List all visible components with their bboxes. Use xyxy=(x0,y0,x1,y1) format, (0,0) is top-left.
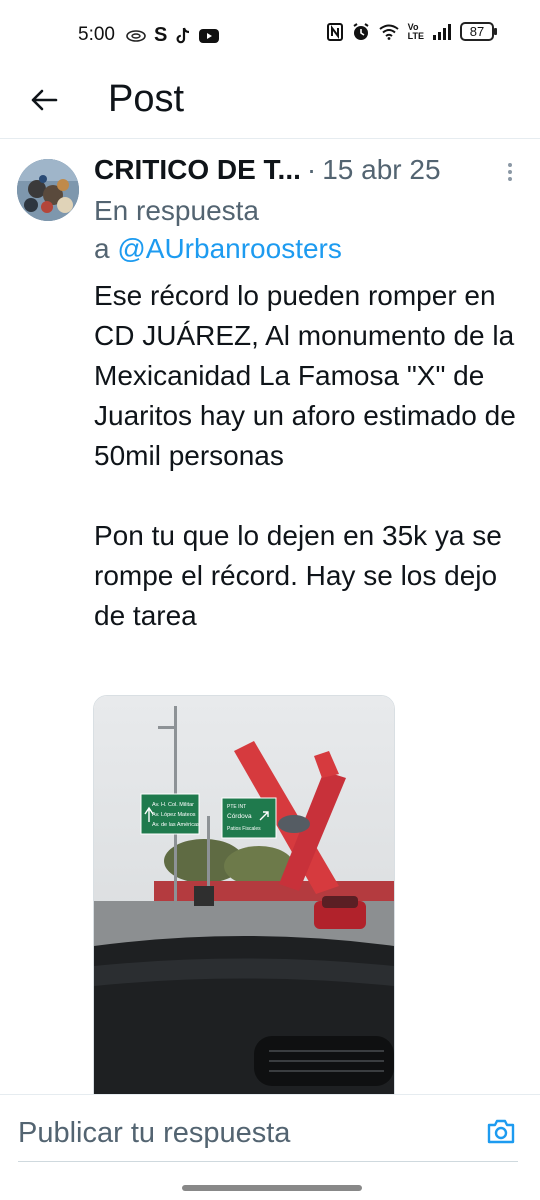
page-title: Post xyxy=(108,78,185,120)
post-text: Ese récord lo pueden romper en CD JUÁREZ… xyxy=(94,280,516,631)
avatar-image xyxy=(17,159,79,221)
reply-bar: Publicar tu respuesta xyxy=(0,1094,540,1169)
tiktok-icon xyxy=(176,27,190,43)
post-media-image[interactable]: Av. H. Col. Militar Av. López Mateos Av.… xyxy=(93,695,395,1097)
status-bar: 5:00 S Vo LTE 87 xyxy=(0,0,540,72)
more-vertical-icon xyxy=(508,163,512,181)
wifi-icon xyxy=(379,24,399,40)
reply-input[interactable]: Publicar tu respuesta xyxy=(18,1105,518,1162)
nfc-icon xyxy=(326,22,343,41)
post-date[interactable]: 15 abr 25 xyxy=(322,154,440,186)
separator-dot: · xyxy=(306,154,317,185)
status-left-icons: S xyxy=(126,24,220,47)
post-header: CRITICO DE T... · 15 abr 25 xyxy=(94,154,494,186)
reply-prefix: En respuesta xyxy=(94,195,259,226)
camera-icon xyxy=(487,1119,515,1144)
reply-handle-link[interactable]: @AUrbanroosters xyxy=(117,233,342,264)
sign-right-line-1: PTE INT xyxy=(227,804,246,810)
back-arrow-icon xyxy=(31,89,58,111)
sign-right-line-2: Córdova xyxy=(227,813,252,820)
sign-left-line-2: Av. López Mateos xyxy=(152,812,196,818)
cloud-sync-icon xyxy=(126,29,146,42)
sign-right-line-3: Patios Fiscales xyxy=(227,826,261,832)
avatar[interactable] xyxy=(17,159,79,221)
battery-indicator: 87 xyxy=(460,22,497,41)
sign-left-line-1: Av. H. Col. Militar xyxy=(152,802,194,808)
reply-a: a xyxy=(94,233,118,264)
app-header: Post xyxy=(0,72,540,139)
alarm-icon xyxy=(353,22,369,40)
street-photo: Av. H. Col. Militar Av. López Mateos Av.… xyxy=(94,696,394,1096)
sign-left-line-3: Av. de las Américas xyxy=(152,822,200,828)
status-right-icons: Vo LTE 87 xyxy=(326,21,497,41)
home-indicator[interactable] xyxy=(182,1185,362,1191)
signal-icon xyxy=(433,23,451,40)
camera-button[interactable] xyxy=(486,1119,520,1149)
reply-context: En respuesta a @AUrbanroosters xyxy=(94,192,342,268)
back-button[interactable] xyxy=(24,80,64,120)
s-app-icon: S xyxy=(154,24,168,46)
youtube-icon xyxy=(199,28,220,43)
more-options-button[interactable] xyxy=(498,160,522,184)
author-name[interactable]: CRITICO DE T... xyxy=(94,154,301,186)
status-time: 5:00 xyxy=(78,24,115,45)
volte-icon: Vo LTE xyxy=(407,21,424,41)
